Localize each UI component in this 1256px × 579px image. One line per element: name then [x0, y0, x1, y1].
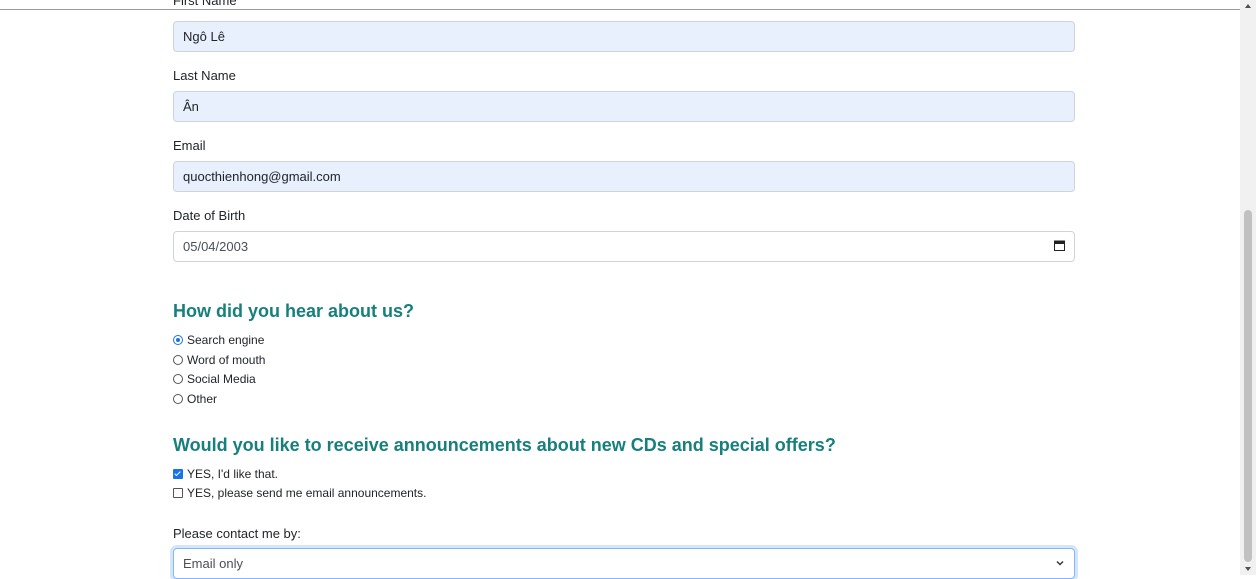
- radio-icon[interactable]: [173, 374, 183, 384]
- announce-option-yes[interactable]: YES, I'd like that.: [173, 467, 278, 482]
- radio-icon[interactable]: [173, 355, 183, 365]
- email-label: Email: [173, 138, 206, 153]
- checkbox-icon[interactable]: [173, 488, 183, 498]
- option-label: Search engine: [187, 333, 265, 347]
- first-name-field[interactable]: Ngô Lê: [173, 21, 1075, 52]
- hear-option-search-engine[interactable]: Search engine: [173, 333, 264, 348]
- last-name-label: Last Name: [173, 68, 236, 83]
- option-label: YES, please send me email announcements.: [187, 486, 427, 500]
- chevron-down-icon: [1056, 561, 1064, 566]
- contact-selected-value: Email only: [183, 556, 243, 571]
- hear-option-social-media[interactable]: Social Media: [173, 372, 256, 387]
- hear-heading: How did you hear about us?: [173, 301, 415, 321]
- dob-value: 05/04/2003: [183, 239, 249, 254]
- scrollbar-thumb[interactable]: [1244, 210, 1252, 562]
- vertical-scrollbar[interactable]: [1240, 0, 1256, 575]
- top-divider: [0, 9, 1240, 10]
- radio-selected-icon[interactable]: [173, 335, 183, 345]
- contact-select[interactable]: Email only: [173, 548, 1075, 579]
- first-name-label: First Name: [173, 0, 237, 8]
- hear-option-word-of-mouth[interactable]: Word of mouth: [173, 353, 265, 368]
- scroll-down-icon[interactable]: [1245, 567, 1251, 571]
- announce-heading: Would you like to receive announcements …: [173, 435, 836, 455]
- dob-label: Date of Birth: [173, 208, 246, 223]
- hear-option-other[interactable]: Other: [173, 392, 217, 407]
- dob-field[interactable]: 05/04/2003: [173, 231, 1075, 262]
- last-name-field[interactable]: Ân: [173, 91, 1075, 122]
- scroll-up-icon[interactable]: [1245, 4, 1251, 8]
- option-label: Word of mouth: [187, 353, 266, 367]
- option-label: YES, I'd like that.: [187, 467, 279, 481]
- announce-option-email[interactable]: YES, please send me email announcements.: [173, 486, 426, 501]
- checkbox-checked-icon[interactable]: [173, 469, 183, 479]
- email-field[interactable]: quocthienhong@gmail.com: [173, 161, 1075, 192]
- option-label: Social Media: [187, 372, 256, 386]
- contact-label: Please contact me by:: [173, 526, 301, 541]
- radio-icon[interactable]: [173, 394, 183, 404]
- option-label: Other: [187, 392, 218, 406]
- calendar-icon[interactable]: [1054, 240, 1065, 251]
